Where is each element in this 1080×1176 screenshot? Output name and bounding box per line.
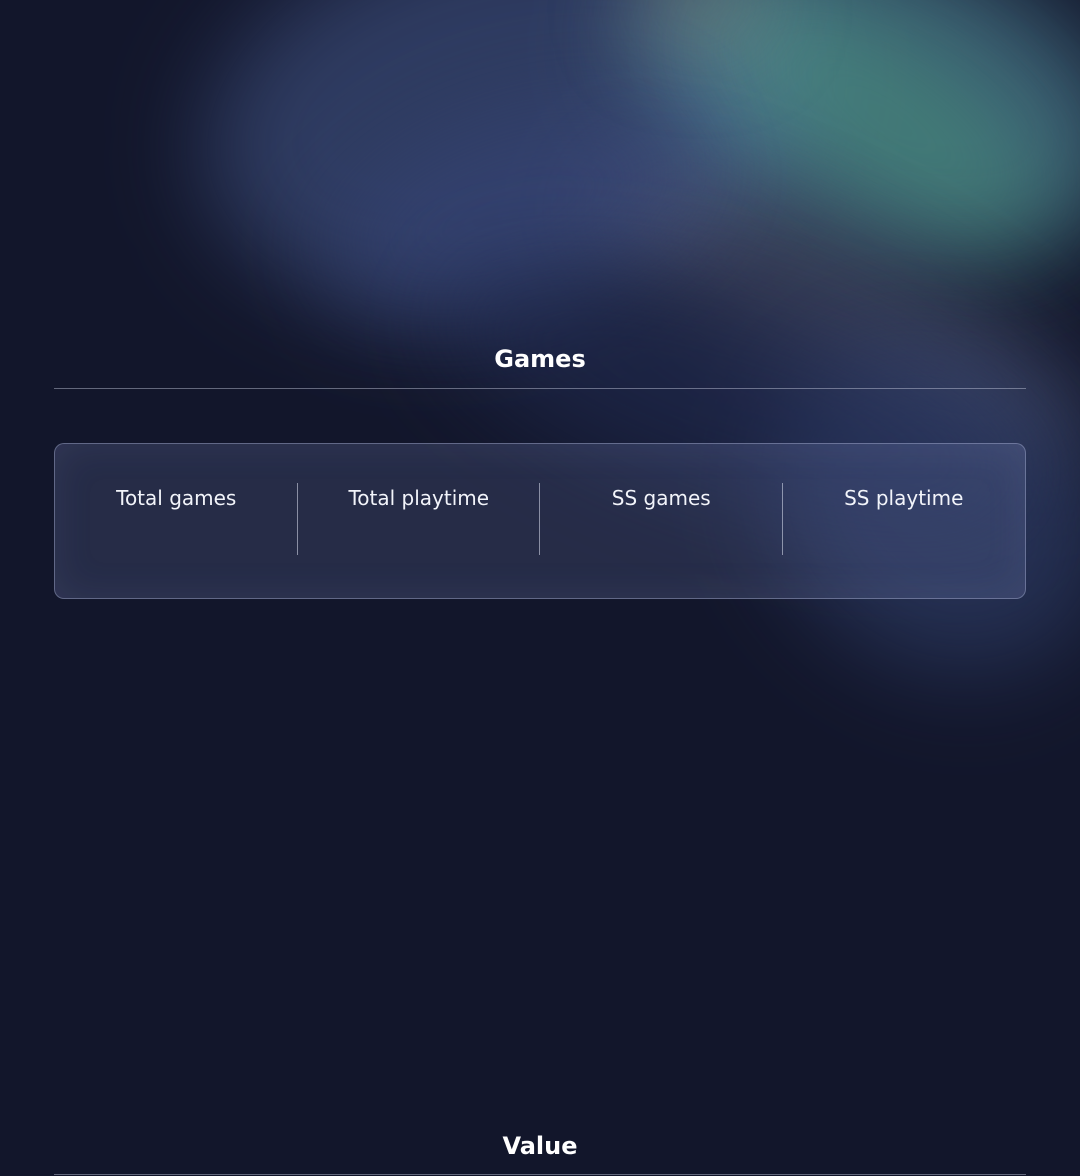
- stat-label: SS games: [611, 486, 711, 510]
- value-section-title: Value: [502, 1132, 578, 1160]
- stat-label: SS playtime: [844, 486, 964, 510]
- hero-background: [0, 0, 1080, 780]
- stat-total-playtime: Total playtime: [298, 444, 540, 598]
- stat-ss-games: SS games: [540, 444, 783, 598]
- stat-label: Total playtime: [348, 486, 490, 510]
- stat-ss-playtime: SS playtime: [783, 444, 1026, 598]
- games-section-title: Games: [494, 345, 586, 373]
- games-stats-card: Total games Total playtime SS games SS p…: [54, 443, 1026, 599]
- stat-total-games: Total games: [55, 444, 298, 598]
- stat-label: Total games: [116, 486, 237, 510]
- games-divider: [54, 388, 1026, 389]
- value-divider: [54, 1174, 1026, 1175]
